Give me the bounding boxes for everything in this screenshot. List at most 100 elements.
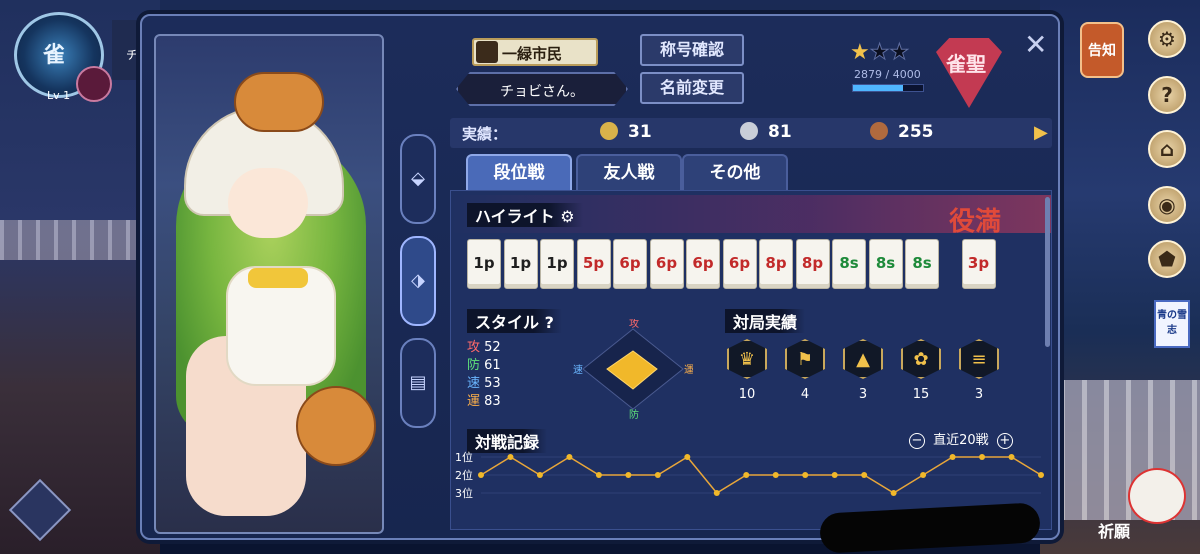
mahjong-tile: 8s — [905, 239, 939, 289]
history-point — [949, 454, 956, 460]
exp-bar-fill — [853, 85, 904, 91]
mahjong-tile: 1p — [540, 239, 574, 289]
title-emblem-icon — [476, 41, 498, 63]
mahjong-tile: 6p — [649, 239, 684, 289]
history-point — [684, 454, 691, 460]
stats-panel: ハイライト ⚙ 役満 1p 1p 1p 5p 6p 6p 6p 6p 8p 8p 8s 8s 8s 3p … — [450, 190, 1052, 530]
range-minus-button[interactable]: − — [909, 433, 925, 449]
history-point — [566, 454, 573, 460]
title-plate: 一緑市民 — [472, 38, 598, 66]
exp-text: 2879 / 4000 — [854, 68, 921, 81]
history-point — [654, 472, 661, 478]
radar-label-speed: 速 — [573, 364, 583, 376]
style-stat-label: 運 — [467, 394, 481, 409]
rank-name: 雀聖 — [946, 52, 986, 76]
style-stat-value: 83 — [480, 394, 501, 409]
record-badge-count: 3 — [858, 387, 868, 402]
mahjong-tile: 1p — [503, 239, 538, 289]
mahjong-tile: 8p — [795, 239, 830, 289]
style-radar-chart: 攻 運 防 速 — [573, 319, 693, 419]
level-label: Lv 1 — [47, 89, 71, 102]
tab-other[interactable]: その他 — [682, 154, 788, 190]
background-railing — [0, 220, 150, 260]
profile-side-tabs: ⬙ ⬗ ▤ — [400, 134, 436, 440]
lucky-cat-icon[interactable] — [1128, 468, 1186, 524]
record-badge-count: 10 — [738, 387, 756, 402]
gold-medal-value: 31 — [628, 122, 652, 142]
character-bow — [248, 268, 308, 288]
mahjong-tile: 6p — [613, 239, 647, 289]
profile-dialog: ⬙ ⬗ ▤ 一緑市民 チョビさん。 称号確認 名前変更 ★★★ 2879 / 4… — [140, 14, 1060, 540]
highlight-title: ハイライト ⚙ — [467, 203, 583, 227]
range-plus-button[interactable]: + — [996, 433, 1013, 449]
pray-button[interactable]: 祈願 — [1098, 518, 1130, 542]
chart-y-label: 1位 — [455, 450, 473, 464]
achievements-more-icon[interactable]: ▶ — [1034, 122, 1048, 143]
mahjong-tile: 3p — [961, 239, 996, 289]
style-stat-row: 防 61 — [467, 357, 501, 375]
style-stat-label: 攻 — [467, 340, 481, 355]
rename-button[interactable]: 名前変更 — [640, 72, 744, 104]
chart-y-label: 2位 — [455, 468, 473, 482]
title-check-button[interactable]: 称号確認 — [640, 34, 744, 66]
mahjong-tile: 8p — [759, 239, 793, 289]
camera-icon[interactable]: ◉ — [1148, 186, 1186, 224]
mahjong-tile: 8s — [832, 239, 866, 289]
pentagon-icon[interactable]: ⬟ — [1148, 240, 1186, 278]
tiles-icon[interactable]: ≡ — [959, 339, 999, 379]
style-stat-label: 速 — [467, 376, 481, 391]
style-stat-row: 速 53 — [467, 375, 501, 393]
record-badge-count: 3 — [974, 387, 984, 402]
red-panda-top — [234, 72, 324, 132]
style-title: スタイル ? — [467, 309, 562, 333]
history-point — [478, 472, 484, 478]
close-icon[interactable]: ✕ — [1024, 28, 1047, 61]
history-point — [595, 472, 602, 478]
info-gear-icon[interactable]: ⚙ — [560, 207, 574, 226]
settings-gear-icon[interactable]: ⚙ — [1148, 20, 1186, 58]
record-title: 対局実績 — [725, 309, 806, 333]
lotus-icon[interactable]: ✿ — [901, 339, 941, 379]
style-stat-row: 運 83 — [467, 393, 501, 411]
scrollbar[interactable] — [1045, 197, 1050, 347]
event-banner[interactable]: 青の雪志 — [1154, 300, 1190, 348]
silver-medal-icon — [740, 122, 758, 140]
history-point — [1008, 454, 1015, 460]
mahjong-tile: 8s — [868, 239, 903, 289]
flag-icon[interactable]: ⚑ — [785, 339, 825, 379]
style-stat-value: 52 — [480, 340, 501, 355]
side-tab-stats-icon[interactable]: ⬗ — [400, 236, 436, 326]
tutorial-cap-icon[interactable]: ⌂ — [1148, 130, 1186, 168]
style-stat-value: 53 — [480, 376, 501, 391]
silver-medal-value: 81 — [768, 122, 792, 142]
range-label: 直近20戦 — [933, 433, 989, 448]
crown-icon[interactable]: ♛ — [727, 339, 767, 379]
notice-button[interactable]: 告知 — [1080, 22, 1124, 78]
red-panda-bottom — [296, 386, 376, 466]
history-point — [861, 472, 868, 478]
highlight-title-text: ハイライト — [475, 207, 555, 226]
record-badge-count: 4 — [800, 387, 810, 402]
player-name: チョビさん。 — [500, 84, 584, 100]
gold-medal-count: 31 — [600, 122, 652, 142]
side-tab-card-icon[interactable]: ⬙ — [400, 134, 436, 224]
radar-label-luck: 運 — [684, 364, 693, 376]
style-stat-value: 61 — [480, 358, 501, 373]
star-filled-icon: ★ — [850, 40, 870, 65]
bronze-medal-value: 255 — [898, 122, 934, 142]
mahjong-tile: 5p — [576, 239, 611, 289]
help-circle-icon[interactable]: ? — [545, 313, 554, 332]
mahjong-tile: 6p — [722, 239, 757, 289]
silver-medal-count: 81 — [740, 122, 792, 142]
player-name-plate: チョビさん。 — [456, 72, 628, 106]
character-artwork — [154, 34, 384, 534]
recent-range-control: − 直近20戦 + — [905, 429, 1017, 449]
help-icon[interactable]: ? — [1148, 76, 1186, 114]
history-point — [713, 490, 720, 496]
tab-ranked[interactable]: 段位戦 — [466, 154, 572, 190]
tab-friend[interactable]: 友人戦 — [576, 154, 682, 190]
side-tab-chat-icon[interactable]: ▤ — [400, 338, 436, 428]
sub-rank-icon — [76, 66, 112, 102]
rocket-icon[interactable]: ▲ — [843, 339, 883, 379]
history-point — [507, 454, 514, 460]
